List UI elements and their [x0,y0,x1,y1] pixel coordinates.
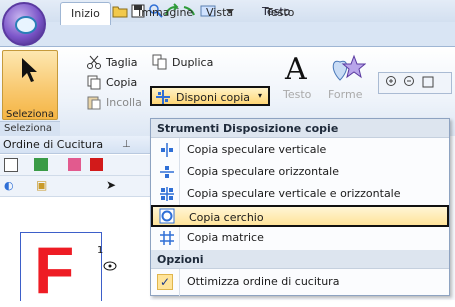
tab-testo[interactable]: Testo [256,2,304,24]
zoom-controls [378,72,452,94]
zoom-in-icon[interactable] [385,75,399,89]
group-icon[interactable] [34,158,48,171]
select-button[interactable]: Seleziona ▾ [2,50,58,132]
menu-section-tools: Strumenti Disposizione copie [151,119,449,138]
zoom-out-icon[interactable] [403,75,417,89]
menu-item-label: Copia cerchio [189,211,264,224]
ribbon-tabs [0,22,455,46]
cursor-icon[interactable]: ➤ [106,178,116,192]
group-label-seleziona: Seleziona [0,121,60,136]
scissors-icon [87,55,101,69]
menu-item-horizontal-mirror[interactable]: Copia speculare orizzontale [151,161,449,183]
vh-mirror-icon [160,187,174,201]
vertical-mirror-icon [161,143,173,157]
horizontal-mirror-icon [160,166,174,178]
menu-section-options: Opzioni [151,250,449,269]
open-folder-icon[interactable] [112,3,128,19]
arrange-copy-menu: Strumenti Disposizione copie Copia specu… [150,118,450,296]
arrange-copy-label: Disponi copia [176,91,251,104]
checkmark-icon: ✓ [157,274,173,290]
panel-toolbar-1 [0,155,150,176]
menu-item-label: Copia speculare verticale e orizzontale [187,187,401,200]
menu-item-vh-mirror[interactable]: Copia speculare verticale e orizzontale [151,183,449,205]
menu-item-label: Copia speculare orizzontale [187,165,339,178]
menu-item-circle-copy[interactable]: Copia cerchio [151,205,449,227]
chevron-down-icon: ▾ [258,91,263,100]
menu-item-optimize-order[interactable]: ✓ Ottimizza ordine di cucitura [151,271,449,293]
design-number: 1 [97,245,104,256]
lock-icon[interactable]: ▣ [36,178,47,192]
menu-item-label: Copia speculare verticale [187,143,327,156]
tab-immagine[interactable]: Immagine [128,2,203,24]
design-letter: F [34,233,75,307]
menu-item-vertical-mirror[interactable]: Copia speculare verticale [151,139,449,161]
pin-icon[interactable]: ⊥ [122,136,131,154]
heart-star-shapes-icon[interactable] [330,52,366,84]
matrix-copy-icon [160,231,174,245]
menu-item-label: Copia matrice [187,231,264,244]
tab-inizio[interactable]: Inizio [60,2,111,25]
stitch-icon[interactable] [90,158,103,171]
select-label: Seleziona [5,109,55,120]
text-tool-label: Testo [283,88,312,101]
text-tool-icon[interactable]: A [285,52,307,87]
paste-icon [87,96,101,110]
duplicate-button[interactable]: Duplica [172,56,213,69]
zoom-fit-icon[interactable] [421,75,435,89]
cut-button[interactable]: Taglia [106,56,137,69]
panel-header: Ordine di Cucitura ⊥ [0,136,150,154]
panel-toolbar-2: ◐ ▣ ➤ [0,176,150,197]
duplicate-icon [152,54,167,70]
arrange-copy-button[interactable]: Disponi copia ▾ [150,86,270,106]
color-icon[interactable] [68,158,81,171]
panel-title: Ordine di Cucitura [3,138,104,151]
view-mode-icon[interactable] [4,158,18,172]
tab-vista[interactable]: Vista [196,2,243,24]
copy-icon [87,75,101,90]
paste-button[interactable]: Incolla [106,96,142,109]
menu-item-matrix-copy[interactable]: Copia matrice [151,227,449,249]
menu-item-label: Ottimizza ordine di cucitura [187,275,340,288]
circle-copy-icon [159,208,175,224]
arrange-copy-icon [156,90,170,104]
application-button[interactable] [2,2,46,46]
shapes-label: Forme [328,88,363,101]
copy-button[interactable]: Copia [106,76,137,89]
eye-outline-icon[interactable] [102,260,118,272]
cursor-arrow-icon [22,58,37,82]
eye-icon[interactable]: ◐ [4,179,14,192]
